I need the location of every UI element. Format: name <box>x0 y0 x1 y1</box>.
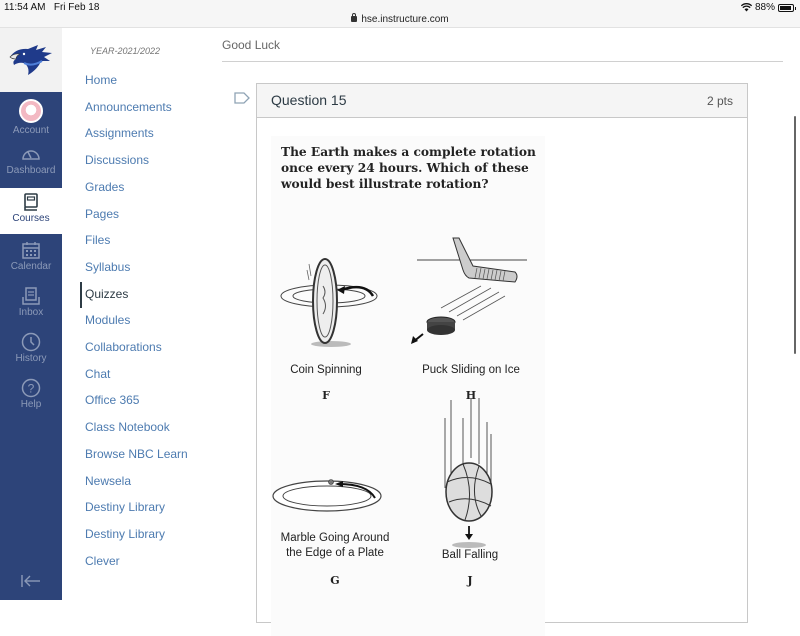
coin-spinning-illustration <box>280 258 378 347</box>
nav-account[interactable]: Account <box>0 94 62 140</box>
nav-dashboard-label: Dashboard <box>6 165 56 176</box>
help-icon: ? <box>21 378 41 398</box>
option-f-caption: Coin Spinning <box>290 364 362 376</box>
nav-courses[interactable]: Courses <box>0 188 62 234</box>
avatar <box>19 99 43 123</box>
course-nav-item-pages[interactable]: Pages <box>85 207 119 221</box>
hawk-logo-icon <box>9 45 52 75</box>
course-nav-item-collaborations[interactable]: Collaborations <box>85 340 162 354</box>
inbox-icon <box>22 287 40 305</box>
lock-icon <box>351 13 358 22</box>
course-nav-item-destiny-library[interactable]: Destiny Library <box>85 527 165 541</box>
ios-status-bar: 11:54 AM Fri Feb 18 hse.instructure.com … <box>0 0 800 28</box>
course-nav-item-destiny-library[interactable]: Destiny Library <box>85 500 165 514</box>
option-g-caption: Marble Going Around the Edge of a Plate <box>280 532 390 559</box>
course-nav-item-announcements[interactable]: Announcements <box>85 100 172 114</box>
question-text: The Earth makes a complete rotation once… <box>281 145 536 191</box>
course-nav-item-newsela[interactable]: Newsela <box>85 474 131 488</box>
global-navigation: Account Dashboard Courses Calendar Inbox… <box>0 28 62 600</box>
status-indicators: 88% <box>740 2 796 13</box>
calendar-icon <box>22 242 40 259</box>
course-nav-item-quizzes[interactable]: Quizzes <box>85 287 128 301</box>
quiz-instructions: Good Luck <box>222 38 281 52</box>
collapse-icon[interactable] <box>21 574 41 588</box>
nav-account-label: Account <box>12 125 50 136</box>
course-nav-item-syllabus[interactable]: Syllabus <box>85 260 130 274</box>
status-time: 11:54 AM Fri Feb 18 <box>4 2 100 13</box>
puck-sliding-illustration <box>411 237 527 344</box>
url-text: hse.instructure.com <box>361 14 449 25</box>
course-nav-item-files[interactable]: Files <box>85 233 110 247</box>
question-points: 2 pts <box>706 94 733 108</box>
nav-inbox[interactable]: Inbox <box>0 282 62 328</box>
option-j-caption: Ball Falling <box>441 549 499 561</box>
course-navigation: YEAR-2021/2022 Home Announcements Assignme… <box>62 28 220 600</box>
dashboard-icon <box>22 150 40 160</box>
school-logo[interactable] <box>0 28 62 92</box>
nav-help-label: Help <box>20 399 42 410</box>
nav-help[interactable]: ? Help <box>0 374 62 420</box>
course-nav-item-clever[interactable]: Clever <box>85 554 120 568</box>
nav-dashboard[interactable]: Dashboard <box>0 140 62 186</box>
course-nav-item-assignments[interactable]: Assignments <box>85 126 154 140</box>
course-nav-item-modules[interactable]: Modules <box>85 313 130 327</box>
courses-icon <box>24 193 38 211</box>
battery-percent: 88% <box>754 2 775 13</box>
page-scrollbar[interactable] <box>794 116 796 354</box>
active-indicator <box>80 281 82 308</box>
nav-calendar-label: Calendar <box>10 261 52 272</box>
option-h-caption: Puck Sliding on Ice <box>422 364 520 376</box>
nav-courses-label: Courses <box>12 213 50 224</box>
course-nav-item-discussions[interactable]: Discussions <box>85 153 149 167</box>
battery-icon <box>778 3 796 12</box>
course-nav-item-office-365[interactable]: Office 365 <box>85 393 139 407</box>
question-title: Question 15 <box>271 92 347 108</box>
course-nav-item-browse-nbc-learn[interactable]: Browse NBC Learn <box>85 447 188 461</box>
nav-history[interactable]: History <box>0 328 62 374</box>
marble-plate-illustration <box>272 479 382 512</box>
question-image: The Earth makes a complete rotation once… <box>271 136 545 636</box>
divider <box>222 61 783 62</box>
nav-inbox-label: Inbox <box>18 307 44 318</box>
ball-falling-illustration <box>444 398 493 548</box>
history-icon <box>21 332 41 352</box>
nav-calendar[interactable]: Calendar <box>0 236 62 282</box>
course-nav-item-class-notebook[interactable]: Class Notebook <box>85 420 170 434</box>
course-nav-item-home[interactable]: Home <box>85 73 117 87</box>
option-g-letter: G <box>330 574 340 587</box>
option-f-letter: F <box>322 389 330 402</box>
main-content: Good Luck Question 15 2 pts The Earth ma… <box>222 28 800 636</box>
wifi-icon <box>740 3 752 12</box>
question-header: Question 15 2 pts <box>257 84 747 118</box>
question-card: Question 15 2 pts The Earth makes a comp… <box>256 83 748 636</box>
option-j-letter: J <box>467 574 473 587</box>
address-bar[interactable]: hse.instructure.com <box>0 13 800 25</box>
course-nav-item-grades[interactable]: Grades <box>85 180 124 194</box>
term-label: YEAR-2021/2022 <box>90 46 161 56</box>
nav-history-label: History <box>15 353 47 364</box>
svg-text:?: ? <box>28 382 35 396</box>
flag-question-icon[interactable] <box>234 92 250 104</box>
course-nav-item-chat[interactable]: Chat <box>85 367 110 381</box>
